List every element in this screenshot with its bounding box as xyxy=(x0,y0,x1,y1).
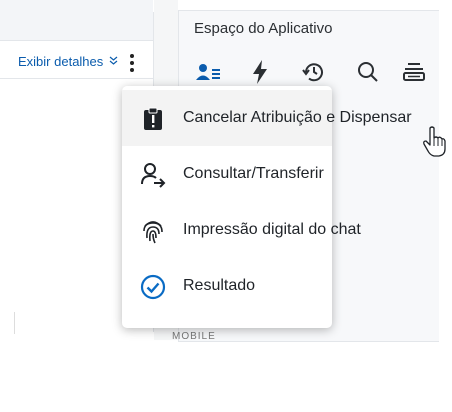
menu-item-label: Consultar/Transferir xyxy=(183,165,324,182)
menu-item-consult-transfer[interactable]: Consultar/Transferir xyxy=(122,146,332,202)
menu-item-label: Resultado xyxy=(183,277,256,294)
user-transfer-icon xyxy=(140,162,166,188)
check-circle-icon xyxy=(140,274,166,300)
left-panel-divider xyxy=(14,312,15,334)
actions-menu: Cancelar Atribuição e Dispensar Consulta… xyxy=(122,86,412,328)
left-panel-header xyxy=(0,0,153,41)
menu-item-label: Impressão digital do chat xyxy=(183,221,361,238)
mobile-section-label: MOBILE xyxy=(172,331,216,342)
user-list-icon[interactable] xyxy=(192,56,224,88)
app-workspace-title: Espaço do Aplicativo xyxy=(194,20,333,37)
clipboard-alert-icon xyxy=(140,106,166,132)
show-details-link[interactable]: Exibir detalhes xyxy=(18,54,118,69)
show-details-label: Exibir detalhes xyxy=(18,54,104,69)
hand-pointer-icon xyxy=(422,126,448,158)
history-icon[interactable] xyxy=(298,56,330,88)
more-options-icon[interactable] xyxy=(129,53,135,73)
stack-icon[interactable] xyxy=(398,56,430,88)
search-icon[interactable] xyxy=(352,56,384,88)
menu-item-chat-fingerprint[interactable]: Impressão digital do chat xyxy=(122,202,361,258)
menu-item-result[interactable]: Resultado xyxy=(122,258,332,314)
fingerprint-icon xyxy=(140,218,166,244)
bolt-icon[interactable] xyxy=(244,56,276,88)
menu-item-label: Cancelar Atribuição e Dispensar xyxy=(183,109,412,126)
menu-item-cancel-assignment[interactable]: Cancelar Atribuição e Dispensar xyxy=(122,90,412,146)
chevron-double-down-icon xyxy=(109,56,118,69)
